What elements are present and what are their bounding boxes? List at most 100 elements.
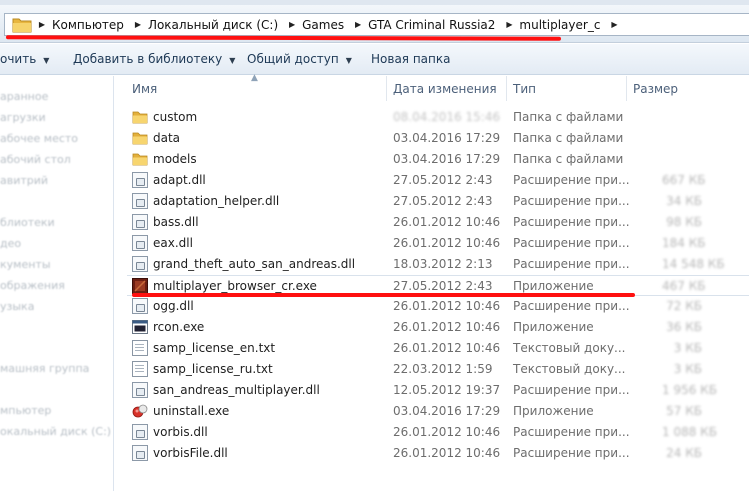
nav-item[interactable]: абочее место bbox=[0, 132, 78, 145]
breadcrumb-label: multiplayer_c bbox=[519, 17, 601, 32]
file-name: ogg.dll bbox=[153, 299, 194, 313]
file-date: 27.05.2012 2:43 bbox=[393, 194, 493, 208]
list-item-uninstall-exe[interactable]: uninstall.exe 03.04.2016 17:29 Приложени… bbox=[127, 401, 749, 422]
breadcrumb-computer[interactable]: ▶ Компьютер bbox=[35, 14, 131, 35]
list-item-ogg-dll[interactable]: ogg.dll 26.01.2012 10:46 Расширение при.… bbox=[127, 296, 749, 317]
file-type: Папка с файлами bbox=[513, 152, 624, 166]
console-icon bbox=[132, 320, 148, 334]
chevron-right-icon[interactable]: ▶ bbox=[351, 20, 365, 29]
file-name: custom bbox=[153, 110, 198, 124]
new-folder-button[interactable]: Новая папка bbox=[371, 52, 450, 66]
breadcrumb-games[interactable]: ▶ Games bbox=[285, 14, 351, 35]
file-date: 08.04.2016 15:46 bbox=[393, 110, 501, 124]
file-name: rcon.exe bbox=[153, 320, 205, 334]
file-name: adaptation_helper.dll bbox=[153, 194, 280, 208]
file-name: uninstall.exe bbox=[153, 404, 230, 418]
breadcrumb-multiplayer[interactable]: ▶ multiplayer_c bbox=[502, 14, 607, 35]
list-item-vorbis-dll[interactable]: vorbis.dll 26.01.2012 10:46 Расширение п… bbox=[127, 422, 749, 443]
file-date: 26.01.2012 10:46 bbox=[393, 299, 501, 313]
list-item-samp-license-en[interactable]: samp_license_en.txt 26.01.2012 10:46 Тек… bbox=[127, 338, 749, 359]
nav-item[interactable]: блиотеки bbox=[0, 216, 55, 229]
file-type: Расширение при... bbox=[513, 215, 630, 229]
file-size: 1 956 КБ bbox=[662, 383, 717, 397]
file-date: 03.04.2016 17:29 bbox=[393, 404, 501, 418]
breadcrumb-expand[interactable]: ▶ bbox=[607, 14, 621, 35]
file-date: 26.01.2012 10:46 bbox=[393, 236, 501, 250]
nav-item[interactable]: аранное bbox=[0, 90, 48, 103]
breadcrumb-gta-criminal-russia[interactable]: ▶ GTA Criminal Russia2 bbox=[351, 14, 502, 35]
dll-icon bbox=[132, 424, 148, 440]
file-type: Приложение bbox=[513, 320, 594, 334]
address-bar[interactable]: ▶ Компьютер ▶ Локальный диск (C:) ▶ Game… bbox=[4, 13, 749, 36]
text-file-icon bbox=[132, 340, 148, 356]
list-item-eax-dll[interactable]: eax.dll 26.01.2012 10:46 Расширение при.… bbox=[127, 233, 749, 254]
file-size: 72 КБ bbox=[666, 299, 702, 313]
folder-icon bbox=[132, 132, 148, 145]
breadcrumb: ▶ Компьютер ▶ Локальный диск (C:) ▶ Game… bbox=[35, 14, 621, 35]
nav-item[interactable]: кументы bbox=[0, 258, 51, 271]
list-item-data[interactable]: data 03.04.2016 17:29 Папка с файлами bbox=[127, 128, 749, 149]
organize-button[interactable]: очить ▼ bbox=[0, 52, 49, 66]
list-item-adaptation-helper-dll[interactable]: adaptation_helper.dll 27.05.2012 2:43 Ра… bbox=[127, 191, 749, 212]
column-header-label: Дата изменения bbox=[393, 82, 497, 96]
file-type: Расширение при... bbox=[513, 236, 630, 250]
nav-item[interactable]: агрузки bbox=[0, 111, 46, 124]
nav-item[interactable]: ображения bbox=[0, 279, 65, 292]
list-item-vorbisfile-dll[interactable]: vorbisFile.dll 26.01.2012 10:46 Расширен… bbox=[127, 443, 749, 464]
file-name: data bbox=[153, 131, 181, 145]
list-item-san-andreas-multiplayer-dll[interactable]: san_andreas_multiplayer.dll 12.05.2012 1… bbox=[127, 380, 749, 401]
nav-item[interactable]: узыка bbox=[0, 300, 34, 313]
nav-item[interactable]: део bbox=[0, 237, 21, 250]
nav-item[interactable]: машняя группа bbox=[0, 362, 89, 375]
file-date: 03.04.2016 17:29 bbox=[393, 131, 501, 145]
file-size: 667 КБ bbox=[662, 173, 706, 187]
file-size: 24 КБ bbox=[666, 446, 702, 460]
file-size: 3 КБ bbox=[673, 341, 702, 355]
add-to-library-label: Добавить в библиотеку bbox=[73, 52, 223, 66]
text-file-icon bbox=[132, 361, 148, 377]
nav-item[interactable]: абочий стол bbox=[0, 153, 71, 166]
column-header-type[interactable]: Тип bbox=[507, 76, 625, 101]
list-item-bass-dll[interactable]: bass.dll 26.01.2012 10:46 Расширение при… bbox=[127, 212, 749, 233]
dll-icon bbox=[132, 298, 148, 314]
nav-item[interactable]: окальный диск (C:) bbox=[0, 425, 111, 438]
list-item-adapt-dll[interactable]: adapt.dll 27.05.2012 2:43 Расширение при… bbox=[127, 170, 749, 191]
dll-icon bbox=[132, 256, 148, 272]
file-date: 22.03.2012 1:59 bbox=[393, 362, 493, 376]
list-item-models[interactable]: models 03.04.2016 17:29 Папка с файлами bbox=[127, 149, 749, 170]
dll-icon bbox=[132, 382, 148, 398]
file-type: Приложение bbox=[513, 404, 594, 418]
nav-item[interactable]: мпьютер bbox=[0, 404, 51, 417]
file-type: Приложение bbox=[513, 279, 594, 293]
file-type: Текстовый доку... bbox=[513, 362, 626, 376]
folder-icon bbox=[132, 153, 148, 166]
chevron-right-icon[interactable]: ▶ bbox=[502, 20, 516, 29]
file-name: grand_theft_auto_san_andreas.dll bbox=[153, 257, 356, 271]
column-header-date[interactable]: Дата изменения bbox=[387, 76, 505, 101]
file-name: samp_license_en.txt bbox=[153, 341, 276, 355]
chevron-right-icon[interactable]: ▶ bbox=[285, 20, 299, 29]
list-item-rcon-exe[interactable]: rcon.exe 26.01.2012 10:46 Приложение 36 … bbox=[127, 317, 749, 338]
file-type: Расширение при... bbox=[513, 383, 630, 397]
chevron-right-icon[interactable]: ▶ bbox=[35, 20, 49, 29]
file-type: Расширение при... bbox=[513, 446, 630, 460]
column-header-size[interactable]: Размер bbox=[627, 76, 749, 101]
file-date: 03.04.2016 17:29 bbox=[393, 152, 501, 166]
file-date: 27.05.2012 2:43 bbox=[393, 279, 493, 293]
nav-item[interactable]: авитрий bbox=[0, 174, 48, 187]
breadcrumb-label: GTA Criminal Russia2 bbox=[368, 17, 496, 32]
list-item-gtasa-dll[interactable]: grand_theft_auto_san_andreas.dll 18.03.2… bbox=[127, 254, 749, 275]
share-button[interactable]: Общий доступ ▼ bbox=[247, 52, 352, 66]
add-to-library-button[interactable]: Добавить в библиотеку ▼ bbox=[73, 52, 235, 66]
column-header-label: Имя bbox=[132, 82, 158, 96]
breadcrumb-local-disk[interactable]: ▶ Локальный диск (C:) bbox=[131, 14, 285, 35]
chevron-right-icon[interactable]: ▶ bbox=[607, 20, 621, 29]
share-label: Общий доступ bbox=[247, 52, 339, 66]
dll-icon bbox=[132, 235, 148, 251]
chevron-right-icon[interactable]: ▶ bbox=[131, 20, 145, 29]
list-item-samp-license-ru[interactable]: samp_license_ru.txt 22.03.2012 1:59 Текс… bbox=[127, 359, 749, 380]
column-header-name[interactable]: Имя bbox=[127, 76, 385, 101]
file-type: Расширение при... bbox=[513, 173, 630, 187]
list-item-custom[interactable]: custom 08.04.2016 15:46 Папка с файлами bbox=[127, 107, 749, 128]
file-name: multiplayer_browser_cr.exe bbox=[153, 279, 317, 293]
